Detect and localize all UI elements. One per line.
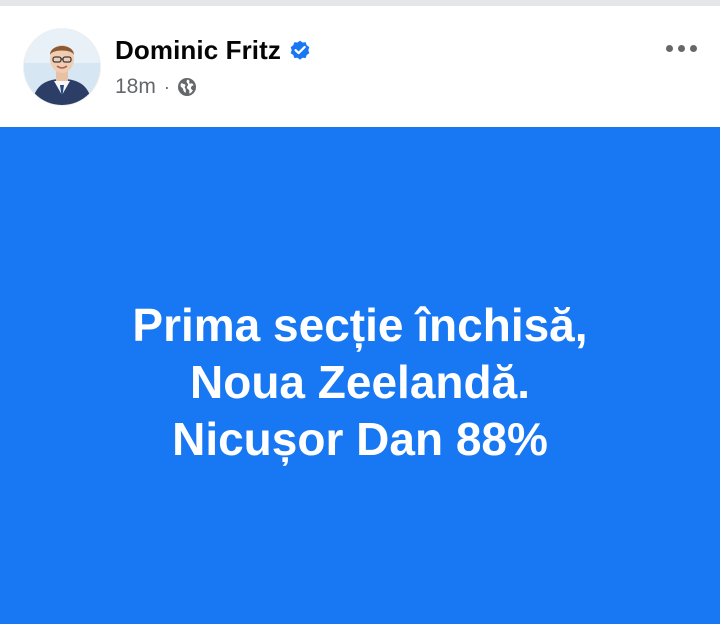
- more-options-button[interactable]: [660, 34, 702, 62]
- post-text-line: Nicușor Dan 88%: [172, 413, 548, 465]
- more-horizontal-icon: [665, 44, 673, 52]
- author-avatar[interactable]: [24, 29, 100, 105]
- author-name[interactable]: Dominic Fritz: [115, 35, 281, 66]
- post-text: Prima secție închisă, Noua Zeelandă. Nic…: [132, 297, 587, 468]
- post-text-line: Prima secție închisă,: [132, 299, 588, 351]
- more-horizontal-icon-dot: [677, 44, 685, 52]
- meta-separator: ·: [163, 77, 170, 97]
- more-horizontal-icon-dot: [689, 44, 697, 52]
- globe-icon[interactable]: [177, 77, 197, 97]
- post-meta: 18m ·: [115, 72, 197, 102]
- post-timestamp[interactable]: 18m: [115, 75, 156, 99]
- avatar-image: [24, 29, 100, 105]
- post-text-line: Noua Zeelandă.: [190, 356, 530, 408]
- author-row: Dominic Fritz: [115, 32, 312, 68]
- verified-badge-icon: [290, 40, 310, 60]
- post-header: Dominic Fritz 18m ·: [0, 6, 720, 127]
- bottom-divider: [0, 624, 720, 633]
- text-post-card[interactable]: Prima secție închisă, Noua Zeelandă. Nic…: [0, 127, 720, 624]
